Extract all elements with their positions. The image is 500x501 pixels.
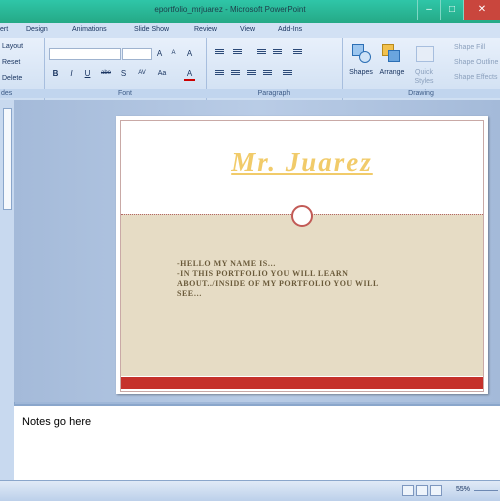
zoom-slider[interactable] [474,490,498,491]
increase-indent-icon[interactable] [272,48,283,57]
ribbon-tabs: ert Design Animations Slide Show Review … [0,23,500,39]
layout-button[interactable]: Layout [2,43,23,50]
tab-animations[interactable]: Animations [72,26,107,33]
shapes-button[interactable]: Shapes [346,69,376,76]
underline-button[interactable]: U [82,68,93,79]
slides-pane [0,100,15,480]
slide-sorter-button[interactable] [416,485,428,496]
font-group-label: Font [44,89,206,98]
bullets-icon[interactable] [214,48,225,57]
arrange-icon[interactable] [382,44,400,62]
tab-slide-show[interactable]: Slide Show [134,26,169,33]
maximize-button[interactable]: □ [440,0,463,20]
bullet-line: -IN THIS PORTFOLIO YOU WILL LEARN [177,269,349,278]
paragraph-group-label: Paragraph [206,89,342,98]
drawing-group: Shapes Arrange Quick Styles Shape Fill S… [342,38,500,100]
line-spacing-icon[interactable] [292,48,303,57]
italic-button[interactable]: I [66,68,77,79]
slide-title[interactable]: Mr. Juarez [121,147,483,178]
quick-styles-line1: Quick [415,69,433,76]
footer-red-bar [121,377,483,389]
window-title: eportfolio_mrjuarez - Microsoft PowerPoi… [154,5,306,14]
font-color-button[interactable]: A [184,68,195,81]
slide[interactable]: Mr. Juarez -HELLO MY NAME IS… -IN THIS P… [116,116,488,394]
slide-thumbnail[interactable] [3,108,12,210]
clear-format-button[interactable]: A [184,48,195,59]
decrease-indent-icon[interactable] [256,48,267,57]
bullet-line: SEE… [177,289,203,298]
slide-show-view-button[interactable] [430,485,442,496]
window-controls: – □ ✕ [417,0,500,20]
justify-icon[interactable] [262,69,273,78]
slides-group-label: des [0,89,44,98]
shrink-font-button[interactable]: A [168,48,179,59]
font-size-box[interactable] [122,48,152,60]
status-bar: 55% [0,480,500,501]
slide-frame: Mr. Juarez -HELLO MY NAME IS… -IN THIS P… [120,120,484,392]
bullet-line: -HELLO MY NAME IS… [177,259,277,268]
shapes-icon[interactable] [352,44,371,63]
delete-button[interactable]: Delete [2,75,22,82]
slide-body-text[interactable]: -HELLO MY NAME IS… -IN THIS PORTFOLIO YO… [177,259,437,299]
numbering-icon[interactable] [232,48,243,57]
align-left-icon[interactable] [214,69,225,78]
align-right-icon[interactable] [246,69,257,78]
bullet-line: ABOUT../INSIDE OF MY PORTFOLIO YOU WILL [177,279,379,288]
shape-fill-button[interactable]: Shape Fill [454,44,485,51]
bold-button[interactable]: B [50,68,61,79]
minimize-button[interactable]: – [417,0,440,20]
tab-design[interactable]: Design [26,26,48,33]
shape-outline-button[interactable]: Shape Outline [454,59,498,66]
grow-font-button[interactable]: A [154,48,165,59]
quick-styles-line2: Styles [414,78,434,85]
change-case-button[interactable]: Aa [154,68,170,79]
ribbon: Layout Reset Delete des A A A B I U abe … [0,38,500,101]
zoom-level[interactable]: 55% [456,486,470,493]
paragraph-group: Paragraph [206,38,343,100]
notes-placeholder: Notes go here [22,416,92,428]
align-center-icon[interactable] [230,69,241,78]
notes-pane[interactable]: Notes go here [14,404,500,480]
shadow-button[interactable]: S [118,68,129,79]
normal-view-button[interactable] [402,485,414,496]
tab-insert[interactable]: ert [0,26,8,33]
divider-circle-ornament [291,205,313,227]
arrange-button[interactable]: Arrange [376,69,408,76]
tab-review[interactable]: Review [194,26,217,33]
font-group: A A A B I U abe S AV Aa A Font [44,38,207,100]
tab-add-ins[interactable]: Add-Ins [278,26,302,33]
strikethrough-button[interactable]: abe [98,68,114,79]
quick-styles-icon[interactable] [416,46,434,62]
tab-view[interactable]: View [240,26,255,33]
title-bar: eportfolio_mrjuarez - Microsoft PowerPoi… [0,0,500,23]
columns-icon[interactable] [282,69,293,78]
font-name-box[interactable] [49,48,121,60]
shape-effects-button[interactable]: Shape Effects [454,74,497,81]
drawing-group-label: Drawing [342,89,500,98]
reset-button[interactable]: Reset [2,59,20,66]
character-spacing-button[interactable]: AV [134,68,150,79]
close-button[interactable]: ✕ [463,0,500,20]
slides-group: Layout Reset Delete des [0,38,45,100]
